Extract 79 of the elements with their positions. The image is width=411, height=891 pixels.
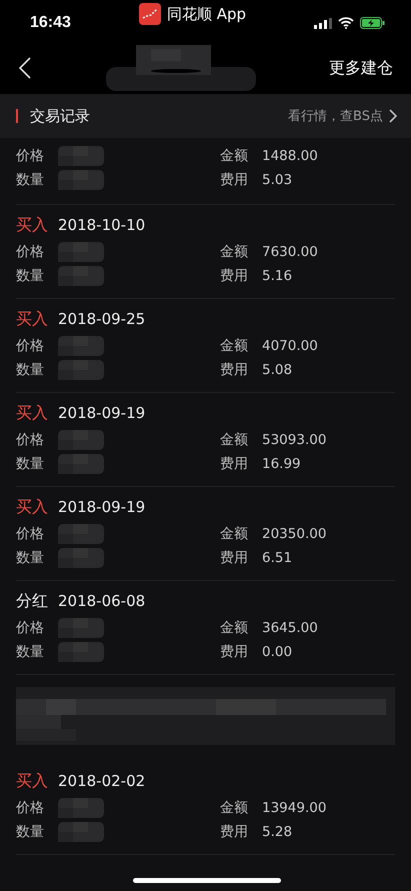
field-label: 费用 bbox=[220, 455, 248, 473]
field-label: 数量 bbox=[16, 455, 44, 473]
trade-type: 买入 bbox=[16, 309, 48, 330]
redacted-value bbox=[58, 822, 104, 842]
field-value: 4070.00 bbox=[262, 338, 318, 354]
field-label: 金额 bbox=[220, 619, 248, 637]
field-label: 数量 bbox=[16, 643, 44, 661]
field-label: 价格 bbox=[16, 799, 44, 817]
redacted-value bbox=[58, 146, 104, 166]
chart-link[interactable]: 看行情，查BS点 bbox=[288, 107, 397, 125]
chevron-right-icon bbox=[389, 109, 397, 123]
field-value: 53093.00 bbox=[262, 432, 326, 448]
trade-date: 2018-09-19 bbox=[58, 498, 146, 516]
redacted-value bbox=[58, 360, 104, 380]
redacted-value bbox=[58, 618, 104, 638]
more-positions-button[interactable]: 更多建仓 bbox=[329, 58, 393, 78]
redacted-value bbox=[58, 242, 104, 262]
redacted-value bbox=[58, 430, 104, 450]
field-value: 5.03 bbox=[262, 172, 292, 188]
back-icon[interactable] bbox=[18, 56, 32, 80]
field-value: 13949.00 bbox=[262, 800, 326, 816]
field-label: 费用 bbox=[220, 823, 248, 841]
field-label: 费用 bbox=[220, 549, 248, 567]
app-badge[interactable]: 同花顺 App bbox=[138, 3, 246, 25]
field-label: 价格 bbox=[16, 147, 44, 165]
redacted-value bbox=[58, 798, 104, 818]
field-label: 价格 bbox=[16, 525, 44, 543]
field-label: 价格 bbox=[16, 243, 44, 261]
redacted-value bbox=[58, 170, 104, 190]
field-value: 5.28 bbox=[262, 824, 292, 840]
field-label: 数量 bbox=[16, 171, 44, 189]
battery-charging-icon bbox=[360, 17, 385, 29]
field-value: 0.00 bbox=[262, 644, 292, 660]
field-label: 费用 bbox=[220, 643, 248, 661]
field-label: 数量 bbox=[16, 823, 44, 841]
field-label: 价格 bbox=[16, 619, 44, 637]
field-label: 费用 bbox=[220, 361, 248, 379]
chart-icon bbox=[138, 3, 161, 25]
trade-date: 2018-09-19 bbox=[58, 404, 146, 422]
field-value: 7630.00 bbox=[262, 244, 318, 260]
field-label: 金额 bbox=[220, 337, 248, 355]
field-label: 数量 bbox=[16, 549, 44, 567]
trade-type: 买入 bbox=[16, 403, 48, 424]
field-value: 5.08 bbox=[262, 362, 292, 378]
trade-type: 分红 bbox=[16, 591, 48, 612]
field-value: 1488.00 bbox=[262, 148, 318, 164]
field-label: 数量 bbox=[16, 361, 44, 379]
redacted-value bbox=[58, 266, 104, 286]
status-time: 16:43 bbox=[30, 14, 71, 32]
trade-date: 2018-02-02 bbox=[58, 772, 146, 790]
field-label: 价格 bbox=[16, 431, 44, 449]
field-value: 16.99 bbox=[262, 456, 301, 472]
field-label: 金额 bbox=[220, 243, 248, 261]
field-value: 5.16 bbox=[262, 268, 292, 284]
trade-type: 买入 bbox=[16, 497, 48, 518]
field-value: 20350.00 bbox=[262, 526, 326, 542]
field-label: 费用 bbox=[220, 171, 248, 189]
redacted-value bbox=[58, 642, 104, 662]
redacted-value bbox=[58, 548, 104, 568]
field-label: 价格 bbox=[16, 337, 44, 355]
field-value: 3645.00 bbox=[262, 620, 318, 636]
section-title: 交易记录 bbox=[16, 109, 90, 123]
redacted-value bbox=[58, 454, 104, 474]
field-label: 金额 bbox=[220, 431, 248, 449]
trade-date: 2018-09-25 bbox=[58, 310, 146, 328]
field-label: 金额 bbox=[220, 799, 248, 817]
field-label: 数量 bbox=[16, 267, 44, 285]
trade-date: 2018-06-08 bbox=[58, 592, 146, 610]
field-label: 金额 bbox=[220, 525, 248, 543]
trade-type: 买入 bbox=[16, 771, 48, 792]
trade-date: 2018-10-10 bbox=[58, 216, 146, 234]
field-value: 6.51 bbox=[262, 550, 292, 566]
field-label: 金额 bbox=[220, 147, 248, 165]
trade-type: 买入 bbox=[16, 215, 48, 236]
signal-icon bbox=[314, 18, 332, 28]
wifi-icon bbox=[338, 17, 354, 29]
redacted-value bbox=[58, 336, 104, 356]
field-label: 费用 bbox=[220, 267, 248, 285]
redacted-value bbox=[58, 524, 104, 544]
